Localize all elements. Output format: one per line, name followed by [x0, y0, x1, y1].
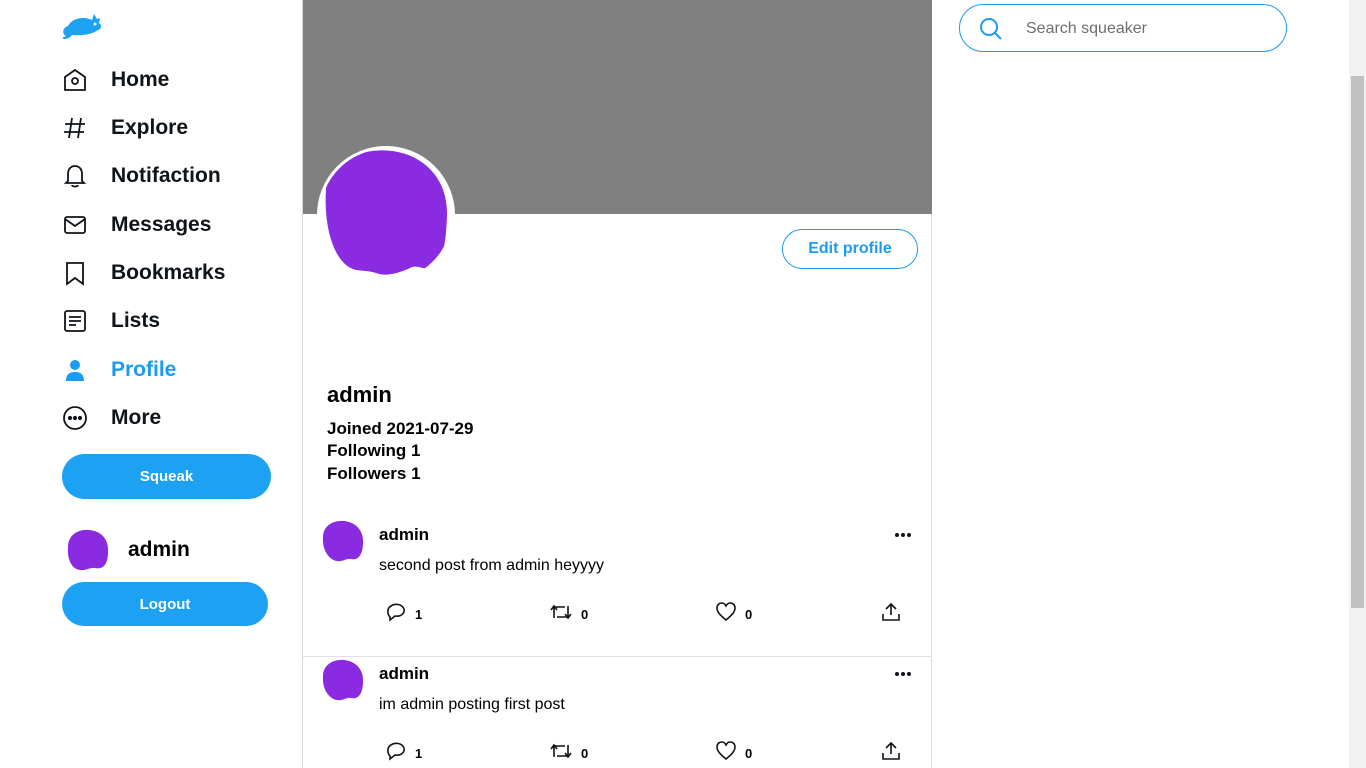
nav-item-explore[interactable]: Explore: [62, 108, 188, 148]
bell-icon: [62, 163, 88, 189]
retweet-icon: [550, 602, 572, 627]
profile-column: Edit profile admin Joined 2021-07-29 Fol…: [302, 0, 932, 768]
scrollbar-thumb[interactable]: [1351, 76, 1364, 608]
profile-following[interactable]: Following 1: [327, 441, 421, 461]
like-count: 0: [745, 745, 753, 761]
reply-count: 1: [415, 606, 423, 622]
retweet-count: 0: [581, 745, 589, 761]
reply-count: 1: [415, 745, 423, 761]
avatar[interactable]: [321, 658, 365, 702]
reply-icon: [386, 602, 406, 627]
scrollbar[interactable]: [1349, 0, 1366, 768]
nav-item-home[interactable]: Home: [62, 60, 169, 100]
retweet-button[interactable]: 0: [550, 603, 588, 625]
nav-label-messages: Messages: [111, 213, 212, 236]
person-icon: [62, 357, 88, 383]
search-input[interactable]: [1026, 17, 1266, 41]
nav-label-lists: Lists: [111, 309, 161, 332]
sidebar-user-name: admin: [128, 538, 190, 561]
nav-label-profile: Profile: [111, 358, 177, 381]
tweet-author[interactable]: admin: [379, 525, 429, 545]
edit-profile-button[interactable]: Edit profile: [782, 229, 918, 269]
tweet-text: second post from admin heyyyy: [379, 557, 604, 574]
like-button[interactable]: 0: [716, 601, 753, 627]
reply-button[interactable]: 1: [386, 603, 422, 625]
share-button[interactable]: [881, 602, 901, 627]
share-icon: [881, 602, 901, 627]
tweet[interactable]: admin im admin posting first post 1 0 0: [303, 658, 932, 768]
share-button[interactable]: [881, 741, 901, 766]
nav-item-bookmarks[interactable]: Bookmarks: [62, 253, 225, 293]
nav-item-notifaction[interactable]: Notifaction: [62, 156, 221, 196]
nav-label-home: Home: [111, 68, 170, 91]
retweet-button[interactable]: 0: [550, 742, 588, 764]
search-icon: [978, 16, 1004, 42]
search-box[interactable]: [959, 4, 1287, 52]
nav-label-notifaction: Notifaction: [111, 164, 221, 187]
tweet[interactable]: admin second post from admin heyyyy 1 0 …: [303, 519, 932, 657]
like-count: 0: [745, 606, 753, 622]
nav-label-explore: Explore: [111, 116, 189, 139]
share-icon: [881, 741, 901, 766]
hashtag-icon: [62, 115, 88, 141]
sidebar: Home Explore Notifaction Messages Bookma…: [0, 0, 302, 768]
more-circle-icon: [62, 405, 88, 431]
nav-item-more[interactable]: More: [62, 398, 161, 438]
like-button[interactable]: 0: [716, 740, 753, 766]
envelope-icon: [62, 212, 88, 238]
retweet-icon: [550, 741, 572, 766]
more-dots-icon[interactable]: [891, 662, 915, 686]
heart-icon: [716, 740, 736, 766]
tweet-author[interactable]: admin: [379, 664, 429, 684]
avatar[interactable]: [321, 519, 365, 563]
avatar: [64, 527, 110, 573]
squeaker-logo-icon[interactable]: [60, 10, 104, 42]
heart-icon: [716, 601, 736, 627]
bookmark-icon: [62, 260, 88, 286]
logout-button[interactable]: Logout: [62, 582, 268, 626]
nav-label-bookmarks: Bookmarks: [111, 261, 226, 284]
more-dots-icon[interactable]: [891, 523, 915, 547]
tweet-text: im admin posting first post: [379, 696, 565, 713]
nav-item-lists[interactable]: Lists: [62, 301, 160, 341]
profile-followers[interactable]: Followers 1: [327, 464, 421, 484]
profile-joined: Joined 2021-07-29: [327, 419, 474, 438]
nav-item-profile[interactable]: Profile: [62, 350, 176, 390]
profile-name: admin: [327, 382, 392, 407]
home-icon: [62, 67, 88, 93]
nav-label-more: More: [111, 406, 162, 429]
profile-avatar[interactable]: [317, 146, 455, 284]
account-switcher[interactable]: admin: [64, 526, 190, 574]
retweet-count: 0: [581, 606, 589, 622]
nav-item-messages[interactable]: Messages: [62, 205, 211, 245]
squeak-button[interactable]: Squeak: [62, 454, 271, 499]
reply-button[interactable]: 1: [386, 742, 422, 764]
list-icon: [62, 308, 88, 334]
reply-icon: [386, 741, 406, 766]
